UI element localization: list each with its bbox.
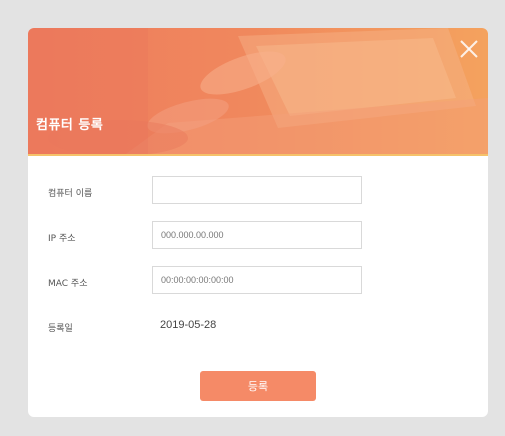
- dialog-header-banner: 컴퓨터 등록: [28, 28, 488, 156]
- mac-address-label: MAC 주소: [48, 279, 88, 289]
- registration-date-value: 2019-05-28: [160, 319, 217, 331]
- register-button[interactable]: 등록: [200, 371, 316, 401]
- ip-address-label: IP 주소: [48, 234, 76, 244]
- ip-address-input[interactable]: [152, 221, 362, 249]
- close-icon[interactable]: [458, 38, 480, 60]
- header-divider: [28, 154, 488, 156]
- computer-name-label: 컴퓨터 이름: [48, 189, 93, 199]
- register-computer-dialog: 컴퓨터 등록 컴퓨터 이름 IP 주소 MAC 주소 등록일 2019-05-2…: [28, 28, 488, 417]
- dialog-title: 컴퓨터 등록: [36, 118, 104, 133]
- computer-name-input[interactable]: [152, 176, 362, 204]
- laptop-photo-background: [28, 28, 488, 156]
- mac-address-input[interactable]: [152, 266, 362, 294]
- registration-date-label: 등록일: [48, 324, 73, 334]
